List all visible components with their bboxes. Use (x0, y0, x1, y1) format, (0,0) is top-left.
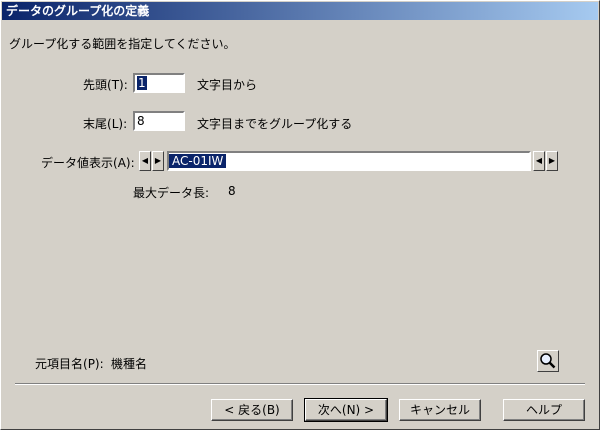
end-value: 8 (137, 114, 145, 128)
start-key: (T): (107, 78, 128, 92)
cancel-button[interactable]: キャンセル (399, 399, 481, 421)
end-label-text: 末尾 (83, 117, 108, 131)
data-display-label-text: データ値表示 (41, 156, 114, 170)
back-button[interactable]: < 戻る(B) (211, 399, 293, 421)
data-display-label: データ値表示(A): (41, 154, 135, 171)
start-position-input[interactable]: 1 (133, 73, 185, 93)
max-length-label: 最大データ長: (133, 186, 210, 200)
help-button[interactable]: ヘルプ (503, 399, 585, 421)
search-button[interactable] (537, 350, 559, 372)
start-label: 先頭(T): (83, 76, 128, 93)
end-key: (L): (107, 117, 128, 131)
end-label: 末尾(L): (83, 115, 127, 132)
scroll-right-outer-button[interactable]: ▶ (546, 151, 558, 171)
scroll-left-outer-button[interactable]: ◀ (139, 151, 151, 171)
data-display-scroller: ◀ ▶ AC-01IW ◀ ▶ (139, 151, 559, 171)
source-item-label: 元項目名(P): (35, 355, 104, 372)
source-item-label-text: 元項目名 (35, 357, 84, 371)
source-item-key: (P): (83, 357, 104, 371)
source-item-value: 機種名 (111, 357, 148, 371)
data-display-value: AC-01IW (169, 154, 227, 168)
start-label-text: 先頭 (83, 78, 108, 92)
scroll-left-inner-button[interactable]: ◀ (533, 151, 545, 171)
start-value: 1 (137, 76, 147, 90)
dialog-window: データのグループ化の定義 グループ化する範囲を指定してください。 先頭(T): … (0, 0, 600, 430)
next-button[interactable]: 次へ(N) > (304, 398, 388, 422)
end-position-input[interactable]: 8 (133, 111, 185, 131)
max-length-value: 8 (228, 184, 236, 198)
title-bar: データのグループ化の定義 (2, 2, 598, 20)
separator (15, 383, 585, 385)
data-display-track[interactable]: AC-01IW (167, 151, 531, 171)
scroll-right-inner-button[interactable]: ▶ (152, 151, 164, 171)
data-display-key: (A): (113, 156, 135, 170)
magnifier-icon (540, 353, 556, 369)
start-suffix: 文字目から (197, 78, 258, 92)
end-suffix: 文字目までをグループ化する (197, 117, 353, 131)
instruction-text: グループ化する範囲を指定してください。 (9, 37, 236, 51)
